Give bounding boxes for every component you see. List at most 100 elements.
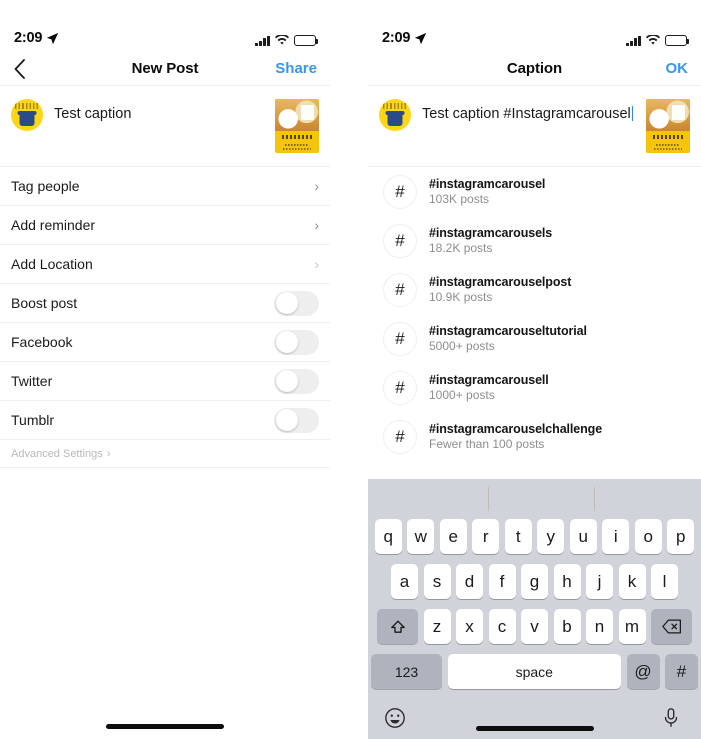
- hashtag-suggestion-list: # #instagramcarousel 103K posts # #insta…: [368, 166, 701, 461]
- cellular-signal-icon: [255, 35, 270, 46]
- key-s[interactable]: s: [423, 564, 451, 599]
- hashtag-icon: #: [383, 370, 417, 405]
- home-indicator[interactable]: [475, 726, 594, 731]
- backspace-icon: [661, 619, 681, 634]
- status-time: 2:09: [14, 30, 43, 46]
- key-y[interactable]: y: [537, 519, 565, 554]
- list-item[interactable]: # #instagramcarousels 18.2K posts: [368, 216, 701, 265]
- status-indicators-right: [626, 35, 690, 46]
- facebook-toggle[interactable]: [274, 329, 319, 355]
- user-avatar: [379, 99, 411, 131]
- location-arrow-icon: [415, 32, 427, 44]
- hashtag-icon: #: [383, 272, 417, 307]
- caption-input-value: Test caption #Instagramcarousel: [422, 106, 631, 122]
- caption-input[interactable]: Test caption #Instagramcarousel: [422, 99, 635, 125]
- status-bar-right: 2:09: [368, 0, 701, 52]
- advanced-settings-label: Advanced Settings: [11, 447, 103, 460]
- boost-post-toggle[interactable]: [274, 290, 319, 316]
- key-e[interactable]: e: [439, 519, 467, 554]
- key-x[interactable]: x: [456, 609, 483, 644]
- key-j[interactable]: j: [586, 564, 613, 599]
- numbers-key[interactable]: 123: [371, 654, 442, 689]
- tumblr-toggle[interactable]: [274, 407, 319, 433]
- key-b[interactable]: b: [553, 609, 581, 644]
- setting-row-boost-post[interactable]: Boost post: [0, 284, 330, 323]
- emoji-key[interactable]: [384, 707, 408, 731]
- home-indicator[interactable]: [106, 724, 224, 729]
- left-phone-screen: 2:09 New Post Share Test caption Tag peo…: [0, 0, 330, 739]
- advanced-settings-link[interactable]: Advanced Settings ›: [0, 440, 330, 468]
- key-p[interactable]: p: [667, 519, 695, 554]
- location-arrow-icon: [47, 32, 59, 44]
- setting-label: Twitter: [11, 373, 53, 389]
- twitter-toggle[interactable]: [274, 368, 319, 394]
- hashtag-icon: #: [383, 419, 417, 454]
- caption-edit-row[interactable]: Test caption #Instagramcarousel: [368, 86, 701, 166]
- key-r[interactable]: r: [472, 519, 500, 554]
- key-q[interactable]: q: [374, 519, 402, 554]
- chevron-right-icon: ›: [314, 217, 319, 233]
- shift-key[interactable]: [377, 609, 418, 644]
- hashtag-name: #instagramcarousell: [429, 373, 549, 387]
- key-i[interactable]: i: [602, 519, 630, 554]
- setting-label: Facebook: [11, 334, 73, 350]
- status-indicators-left: [255, 35, 319, 46]
- status-time-group: 2:09: [14, 30, 59, 46]
- list-item[interactable]: # #instagramcarousell 1000+ posts: [368, 363, 701, 412]
- page-title: Caption: [506, 60, 563, 77]
- post-settings-list: Tag people › Add reminder › Add Location…: [0, 166, 330, 468]
- list-item[interactable]: # #instagramcarouselchallenge Fewer than…: [368, 412, 701, 461]
- key-m[interactable]: m: [618, 609, 646, 644]
- dictation-key[interactable]: [661, 707, 685, 731]
- right-nav-bar: Caption OK: [368, 52, 701, 85]
- caption-preview-row[interactable]: Test caption: [0, 86, 330, 166]
- key-a[interactable]: a: [391, 564, 418, 599]
- setting-row-tag-people[interactable]: Tag people ›: [0, 167, 330, 206]
- backspace-key[interactable]: [651, 609, 692, 644]
- left-nav-bar: New Post Share: [0, 52, 330, 85]
- key-o[interactable]: o: [634, 519, 662, 554]
- space-key[interactable]: space: [447, 654, 621, 689]
- key-h[interactable]: h: [553, 564, 581, 599]
- setting-row-facebook[interactable]: Facebook: [0, 323, 330, 362]
- list-item[interactable]: # #instagramcarouseltutorial 5000+ posts: [368, 314, 701, 363]
- caption-text[interactable]: Test caption: [54, 99, 264, 125]
- key-g[interactable]: g: [521, 564, 548, 599]
- hashtag-meta: #instagramcarousell 1000+ posts: [429, 373, 549, 402]
- hash-key[interactable]: #: [665, 654, 698, 689]
- at-key[interactable]: @: [626, 654, 660, 689]
- keyboard-row-3: z x c v b n m: [368, 609, 701, 654]
- key-w[interactable]: w: [407, 519, 435, 554]
- status-time: 2:09: [382, 30, 411, 46]
- key-c[interactable]: c: [488, 609, 516, 644]
- key-t[interactable]: t: [504, 519, 532, 554]
- key-k[interactable]: k: [618, 564, 646, 599]
- setting-row-twitter[interactable]: Twitter: [0, 362, 330, 401]
- hashtag-post-count: 1000+ posts: [429, 388, 495, 402]
- key-f[interactable]: f: [488, 564, 516, 599]
- hashtag-meta: #instagramcarousels 18.2K posts: [429, 226, 552, 255]
- post-thumbnail[interactable]: [275, 99, 319, 153]
- list-item[interactable]: # #instagramcarousel 103K posts: [368, 167, 701, 216]
- setting-label: Boost post: [11, 295, 78, 311]
- ok-button[interactable]: OK: [666, 60, 689, 77]
- post-thumbnail[interactable]: [646, 99, 690, 153]
- hashtag-post-count: 10.9K posts: [429, 290, 493, 304]
- setting-row-tumblr[interactable]: Tumblr: [0, 401, 330, 440]
- list-item[interactable]: # #instagramcarouselpost 10.9K posts: [368, 265, 701, 314]
- predictive-text-bar[interactable]: [368, 479, 701, 519]
- chevron-right-icon: ›: [314, 178, 319, 194]
- key-v[interactable]: v: [521, 609, 548, 644]
- key-n[interactable]: n: [586, 609, 613, 644]
- share-button[interactable]: Share: [275, 60, 317, 77]
- key-z[interactable]: z: [423, 609, 451, 644]
- battery-icon: [294, 35, 319, 46]
- key-d[interactable]: d: [456, 564, 483, 599]
- key-l[interactable]: l: [651, 564, 678, 599]
- setting-row-add-reminder[interactable]: Add reminder ›: [0, 206, 330, 245]
- setting-row-add-location[interactable]: Add Location ›: [0, 245, 330, 284]
- wifi-icon: [646, 35, 660, 45]
- hashtag-meta: #instagramcarouseltutorial 5000+ posts: [429, 324, 587, 353]
- key-u[interactable]: u: [569, 519, 597, 554]
- hashtag-name: #instagramcarousels: [429, 226, 553, 240]
